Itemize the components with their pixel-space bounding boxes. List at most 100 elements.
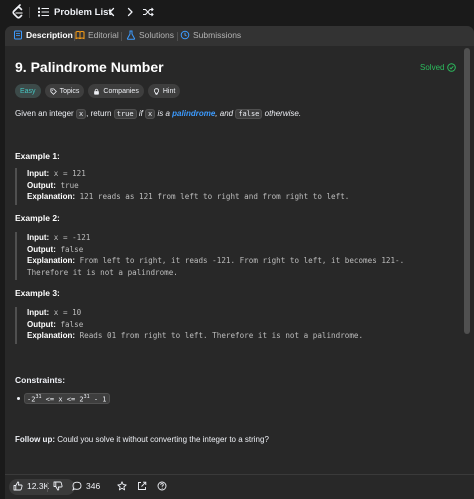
inline-code: false [235, 109, 263, 119]
explanation-label: Explanation: [27, 331, 76, 340]
example-2-block: Input: x = -121 Output: false Explanatio… [15, 232, 404, 280]
feedback-button[interactable] [157, 481, 167, 491]
prev-problem-icon[interactable] [106, 6, 118, 18]
output-value: true [60, 180, 79, 190]
input-value: x = 121 [53, 169, 86, 178]
explanation-value: Reads 01 from right to left. Therefore i… [79, 331, 364, 340]
leetcode-logo-icon[interactable] [11, 4, 25, 20]
solved-status: Solved [420, 63, 457, 72]
explanation-label: Explanation: [27, 192, 76, 201]
inline-code: true [113, 109, 137, 119]
topics-label: Topics [59, 87, 80, 95]
problem-title: 9. Palindrome Number [15, 59, 164, 75]
flask-icon [126, 30, 136, 40]
nav-divider [29, 7, 30, 18]
history-icon [180, 30, 190, 40]
explanation-value: 121 reads as 121 from left to right and … [79, 192, 350, 201]
problem-panel: Description Editorial Solutions Submissi… [5, 26, 474, 499]
constraint-part: <= x <= 2 [41, 395, 84, 404]
favorite-button[interactable] [117, 481, 127, 491]
constraints-title: Constraints: [15, 375, 66, 385]
check-circle-icon [447, 63, 457, 72]
explanation-label: Explanation: [27, 256, 76, 265]
comments-button[interactable]: 346 [72, 481, 100, 491]
hint-tag[interactable]: Hint [147, 84, 181, 98]
input-label: Input: [27, 169, 50, 178]
output-label: Output: [27, 180, 56, 190]
constraint-part: - 1 [89, 395, 107, 404]
tab-solutions[interactable]: Solutions [126, 30, 174, 40]
dislike-button[interactable] [53, 481, 63, 491]
explanation-value: Therefore it is not a palindrome. [27, 267, 178, 277]
thumbs-up-icon [13, 481, 23, 491]
help-circle-icon [157, 481, 167, 491]
lock-icon [94, 88, 100, 95]
problem-list-link[interactable]: Problem List [54, 7, 112, 18]
follow-up-text: Could you solve it without converting th… [55, 435, 269, 444]
follow-up-label: Follow up: [15, 435, 55, 444]
tab-bar: Description Editorial Solutions Submissi… [5, 26, 474, 46]
external-link-icon [138, 481, 147, 490]
tab-submissions-label: Submissions [193, 30, 242, 40]
input-label: Input: [27, 308, 50, 317]
next-problem-icon[interactable] [124, 6, 136, 18]
constraint-item: -231 <= x <= 231 - 1 [15, 393, 110, 405]
tag-icon [50, 87, 57, 95]
output-label: Output: [27, 244, 56, 254]
comment-icon [72, 481, 82, 491]
like-button[interactable]: 12.3K [13, 481, 49, 491]
tab-description[interactable]: Description [13, 30, 73, 40]
example-3-block: Input: x = 10 Output: false Explanation:… [15, 307, 363, 344]
inline-code: x [145, 109, 156, 119]
tab-divider [121, 32, 122, 41]
difficulty-badge[interactable]: Easy [15, 84, 41, 98]
tab-submissions[interactable]: Submissions [180, 30, 241, 40]
list-icon[interactable] [38, 7, 49, 17]
description-icon [14, 30, 22, 40]
pill-divider [47, 482, 48, 492]
output-value: false [60, 244, 84, 254]
input-value: x = 10 [53, 308, 82, 317]
tag-row: Easy Topics Companies Hint [15, 84, 181, 98]
bottom-action-bar: 12.3K 346 [5, 474, 474, 499]
input-label: Input: [27, 233, 50, 242]
topics-tag[interactable]: Topics [44, 84, 85, 98]
example-1-title: Example 1: [15, 151, 60, 161]
shuffle-icon[interactable] [142, 6, 154, 18]
tab-divider [177, 32, 178, 41]
output-label: Output: [27, 319, 56, 329]
companies-label: Companies [103, 87, 139, 95]
example-3-title: Example 3: [15, 288, 60, 298]
follow-up: Follow up: Could you solve it without co… [15, 435, 269, 444]
tab-editorial[interactable]: Editorial [75, 30, 119, 40]
palindrome-link[interactable]: palindrome [172, 109, 215, 118]
thumbs-down-icon [53, 481, 63, 491]
hint-label: Hint [162, 87, 176, 95]
tab-description-label: Description [26, 30, 73, 40]
lightbulb-icon [153, 87, 159, 95]
input-value: x = -121 [53, 233, 91, 242]
desc-text: , return [86, 109, 114, 118]
tab-editorial-label: Editorial [88, 30, 119, 40]
desc-text: is a [155, 109, 173, 118]
solved-label: Solved [420, 63, 445, 72]
like-count: 12.3K [27, 481, 50, 491]
desc-text: , and [215, 109, 236, 118]
scrollbar-thumb[interactable] [464, 48, 470, 334]
book-icon [75, 31, 85, 40]
companies-tag[interactable]: Companies [88, 84, 144, 98]
share-button[interactable] [137, 481, 147, 491]
inline-code: x [75, 109, 87, 119]
desc-text: otherwise. [262, 109, 302, 118]
bullet [17, 397, 20, 401]
desc-text: if [136, 109, 146, 118]
problem-description: Given an integer x, return true if x is … [15, 108, 301, 120]
top-nav: Problem List [0, 0, 474, 25]
star-icon [117, 481, 127, 491]
example-2-title: Example 2: [15, 213, 60, 223]
comment-count: 346 [86, 481, 101, 491]
output-value: false [60, 319, 84, 329]
constraint-code: -231 <= x <= 231 - 1 [24, 393, 110, 405]
explanation-value: From left to right, it reads -121. From … [79, 256, 405, 265]
example-1-block: Input: x = 121 Output: true Explanation:… [15, 168, 349, 205]
